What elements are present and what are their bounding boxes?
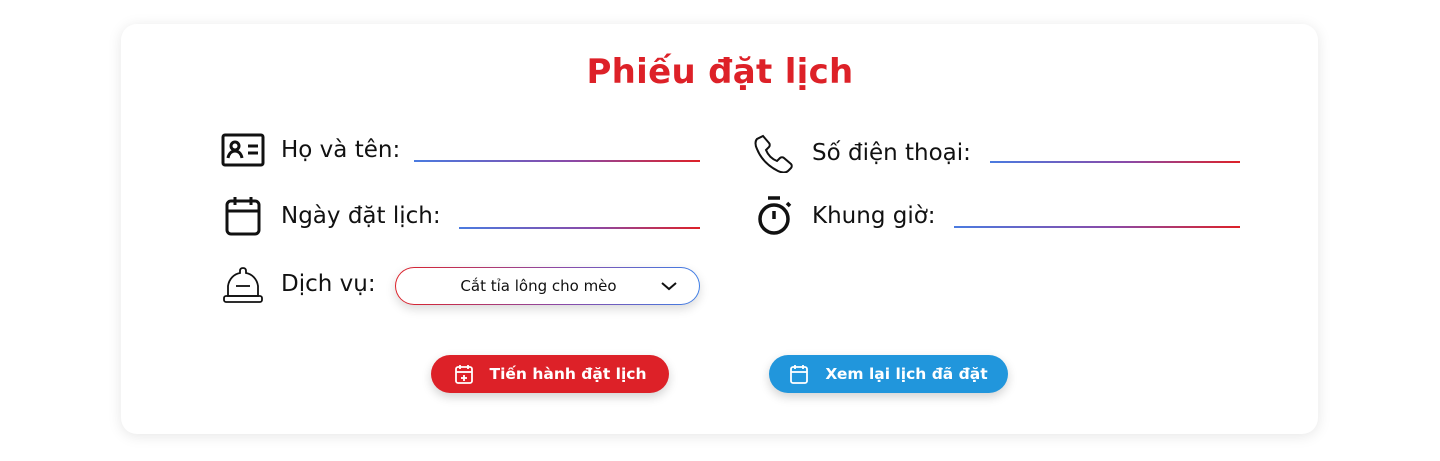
name-field-group: Họ và tên: [221, 128, 400, 172]
date-field-group: Ngày đặt lịch: [221, 194, 441, 238]
date-input[interactable] [459, 227, 700, 229]
calendar-icon [221, 194, 265, 238]
name-input[interactable] [414, 160, 700, 162]
date-label: Ngày đặt lịch: [281, 203, 441, 229]
service-field-group: Dịch vụ: [221, 262, 376, 306]
phone-label: Số điện thoại: [812, 140, 971, 166]
review-bookings-button[interactable]: Xem lại lịch đã đặt [769, 355, 1008, 393]
chevron-down-icon [661, 282, 677, 291]
id-card-icon [221, 128, 265, 172]
service-selected-value: Cắt tỉa lông cho mèo [460, 277, 617, 295]
name-label: Họ và tên: [281, 137, 401, 163]
phone-field-group: Số điện thoại: [752, 131, 971, 175]
service-bell-icon [221, 262, 265, 306]
time-label: Khung giờ: [812, 203, 936, 229]
service-select[interactable]: Cắt tỉa lông cho mèo [395, 267, 700, 305]
time-input[interactable] [954, 226, 1240, 228]
stopwatch-icon [752, 194, 796, 238]
form-title: Phiếu đặt lịch [586, 52, 854, 92]
service-label: Dịch vụ: [281, 271, 376, 297]
calendar-icon [790, 365, 809, 384]
submit-booking-label: Tiến hành đặt lịch [489, 365, 647, 383]
phone-input[interactable] [990, 161, 1240, 163]
review-bookings-label: Xem lại lịch đã đặt [825, 365, 988, 383]
phone-icon [752, 131, 796, 175]
calendar-plus-icon [454, 365, 473, 384]
time-field-group: Khung giờ: [752, 194, 936, 238]
submit-booking-button[interactable]: Tiến hành đặt lịch [431, 355, 669, 393]
